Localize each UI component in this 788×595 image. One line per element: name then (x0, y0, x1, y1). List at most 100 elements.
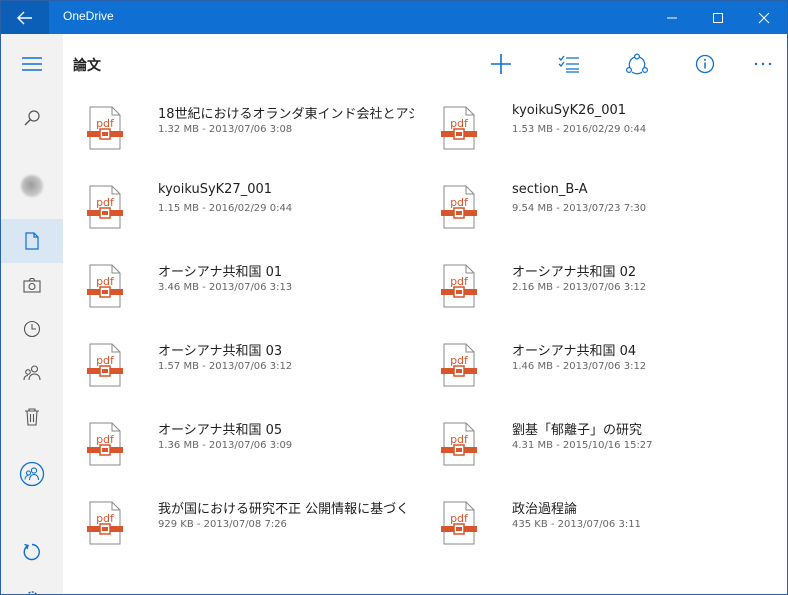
sidebar-item-shared-libraries[interactable] (1, 452, 63, 496)
more-icon (754, 62, 772, 66)
svg-text:pdf: pdf (450, 275, 469, 288)
file-meta: 1.15 MB - 2016/02/29 0:44 (158, 203, 293, 214)
file-name: kyoikuSyK27_001 (158, 182, 273, 197)
onedrive-window: OneDrive 論文 pdf 18世紀におけるオランダ東インド会社とアジア 1… (0, 0, 788, 595)
pdf-file-icon: pdf (87, 264, 123, 308)
shared-circle-icon (19, 461, 45, 487)
file-name: オーシアナ共和国 04 (512, 344, 637, 359)
file-item[interactable]: pdf オーシアナ共和国 03 1.57 MB - 2013/07/06 3:1… (63, 331, 403, 391)
file-item[interactable]: pdf オーシアナ共和国 04 1.46 MB - 2013/07/06 3:1… (417, 331, 757, 391)
pdf-file-icon: pdf (87, 343, 123, 387)
pdf-file-icon: pdf (441, 185, 477, 229)
pdf-file-icon: pdf (87, 185, 123, 229)
pdf-file-icon: pdf (87, 422, 123, 466)
select-button[interactable] (551, 48, 587, 80)
file-meta: 1.57 MB - 2013/07/06 3:12 (158, 361, 293, 372)
account-avatar-button[interactable] (1, 164, 63, 208)
file-meta: 435 KB - 2013/07/06 3:11 (512, 519, 641, 530)
hamburger-menu-button[interactable] (1, 42, 63, 86)
pdf-file-icon: pdf (87, 501, 123, 545)
pdf-file-icon: pdf (441, 422, 477, 466)
svg-text:pdf: pdf (96, 354, 115, 367)
svg-text:pdf: pdf (96, 196, 115, 209)
search-button[interactable] (1, 96, 63, 140)
sidebar-item-recent[interactable] (1, 307, 63, 351)
hamburger-menu-icon (22, 57, 42, 71)
camera-icon (23, 277, 41, 293)
file-item[interactable]: pdf kyoikuSyK27_001 1.15 MB - 2016/02/29… (63, 173, 403, 233)
add-icon (491, 54, 511, 74)
clock-icon (23, 320, 41, 338)
svg-text:pdf: pdf (450, 512, 469, 525)
sync-icon (23, 543, 40, 561)
file-name: 我が国における研究不正 公開情報に基づく (158, 502, 410, 517)
pdf-file-icon: pdf (87, 106, 123, 150)
svg-text:pdf: pdf (450, 117, 469, 130)
pdf-file-icon: pdf (441, 106, 477, 150)
close-icon (758, 12, 770, 23)
file-name: 18世紀におけるオランダ東インド会社とアジア (158, 107, 414, 122)
file-item[interactable]: pdf オーシアナ共和国 02 2.16 MB - 2013/07/06 3:1… (417, 252, 757, 312)
search-icon (24, 110, 40, 126)
file-meta: 1.46 MB - 2013/07/06 3:12 (512, 361, 647, 372)
sidebar-item-photos[interactable] (1, 263, 63, 307)
file-name: オーシアナ共和国 02 (512, 265, 637, 280)
info-icon (695, 54, 715, 74)
file-meta: 929 KB - 2013/07/08 7:26 (158, 519, 287, 530)
sidebar-item-recycle-bin[interactable] (1, 395, 63, 439)
content-header: 論文 (63, 34, 787, 94)
settings-gear-icon (27, 591, 37, 594)
share-icon (625, 53, 649, 75)
close-button[interactable] (741, 1, 787, 34)
info-button[interactable] (687, 48, 723, 80)
file-name: section_B-A (512, 182, 588, 197)
svg-text:pdf: pdf (96, 512, 115, 525)
pdf-file-icon: pdf (441, 264, 477, 308)
file-name: 政治過程論 (512, 502, 578, 517)
avatar (21, 175, 43, 197)
file-meta: 1.36 MB - 2013/07/06 3:09 (158, 440, 293, 451)
file-item[interactable]: pdf 劉基「郁離子」の研究 4.31 MB - 2015/10/16 15:2… (417, 410, 757, 470)
file-meta: 1.53 MB - 2016/02/29 0:44 (512, 124, 647, 135)
file-name: オーシアナ共和国 01 (158, 265, 283, 280)
file-meta: 3.46 MB - 2013/07/06 3:13 (158, 282, 293, 293)
file-item[interactable]: pdf 18世紀におけるオランダ東インド会社とアジア 1.32 MB - 201… (63, 94, 414, 154)
folder-title: 論文 (73, 58, 101, 74)
pdf-file-icon: pdf (441, 501, 477, 545)
file-item[interactable]: pdf section_B-A 9.54 MB - 2013/07/23 7:3… (417, 173, 757, 233)
file-meta: 2.16 MB - 2013/07/06 3:12 (512, 282, 647, 293)
svg-text:pdf: pdf (450, 433, 469, 446)
sidebar-item-shared[interactable] (1, 351, 63, 395)
file-meta: 9.54 MB - 2013/07/23 7:30 (512, 203, 647, 214)
pdf-file-icon: pdf (441, 343, 477, 387)
svg-text:pdf: pdf (96, 433, 115, 446)
file-item[interactable]: pdf オーシアナ共和国 01 3.46 MB - 2013/07/06 3:1… (63, 252, 403, 312)
back-button[interactable] (1, 1, 49, 34)
people-icon (23, 365, 41, 381)
svg-text:pdf: pdf (450, 354, 469, 367)
file-item[interactable]: pdf kyoikuSyK26_001 1.53 MB - 2016/02/29… (417, 94, 757, 154)
trash-icon (25, 408, 39, 426)
add-button[interactable] (483, 48, 519, 80)
title-bar: OneDrive (1, 1, 787, 34)
minimize-button[interactable] (649, 1, 695, 34)
share-button[interactable] (619, 48, 655, 80)
select-list-icon (558, 55, 579, 73)
maximize-button[interactable] (695, 1, 741, 34)
svg-text:pdf: pdf (450, 196, 469, 209)
file-meta: 4.31 MB - 2015/10/16 15:27 (512, 440, 653, 451)
more-options-button[interactable] (745, 48, 781, 80)
file-item[interactable]: pdf 政治過程論 435 KB - 2013/07/06 3:11 (417, 489, 757, 549)
file-meta: 1.32 MB - 2013/07/06 3:08 (158, 124, 293, 135)
sidebar (1, 34, 63, 594)
settings-button[interactable] (1, 575, 63, 594)
minimize-icon (667, 17, 677, 18)
file-icon (25, 232, 39, 250)
file-item[interactable]: pdf オーシアナ共和国 05 1.36 MB - 2013/07/06 3:0… (63, 410, 403, 470)
app-title: OneDrive (63, 9, 114, 23)
file-name: オーシアナ共和国 03 (158, 344, 283, 359)
sync-button[interactable] (1, 530, 63, 574)
svg-text:pdf: pdf (96, 275, 115, 288)
file-item[interactable]: pdf 我が国における研究不正 公開情報に基づく 929 KB - 2013/0… (63, 489, 409, 549)
sidebar-item-files[interactable] (1, 219, 63, 263)
